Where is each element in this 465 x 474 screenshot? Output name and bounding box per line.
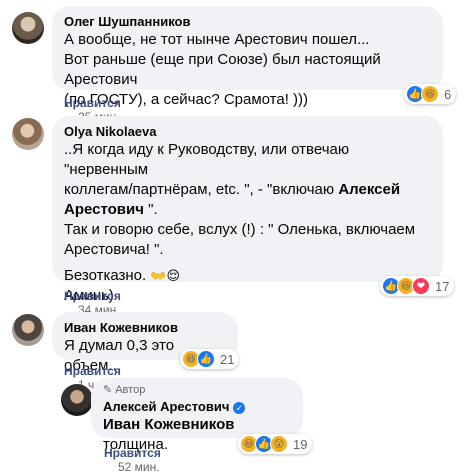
reaction-count: 6 [444,86,452,102]
comment-text-line: Безотказно. 👐😌 [64,266,431,286]
thumbs-up-icon: 👍 [197,350,215,368]
comment-author-name[interactable]: Алексей Арестович [103,399,229,414]
comment-author[interactable]: Иван Кожевников [64,320,226,336]
heart-icon: ❤ [412,277,430,295]
comment-actions: Нравится 52 мин. [104,446,161,474]
comment-bubble: Olya Nikolaeva ..Я когда иду к Руководст… [52,116,443,304]
reaction-summary[interactable]: 👍 😆 6 [404,84,457,104]
comment-author[interactable]: Olya Nikolaeva [64,124,431,140]
comment-text-line: Вот раньше (еще при Союзе) был настоящий… [64,51,381,88]
comment-bubble: ✎ Автор Алексей Арестович ✓ Иван Кожевнико… [91,378,303,453]
comment-text-line: Так и говорю себе, вслух (!) : " Оленька… [64,221,416,238]
author-badge: ✎ Автор [103,384,291,397]
bold-mention: Арестович [64,201,144,218]
reaction-summary[interactable]: 😆 👍 😲 19 [238,434,313,454]
avatar[interactable] [12,12,44,44]
wow-face-icon: 😲 [270,435,288,453]
comment-text-line: ..Я когда иду к Руководству, или отвечаю… [64,141,350,178]
author-badge-label: Автор [115,384,146,396]
comment-text-line: Арестовича! ". [64,241,164,258]
reaction-count: 21 [220,351,235,367]
reaction-count: 17 [435,278,450,294]
comment-text-segment: ". [143,201,158,218]
like-link[interactable]: Нравится [64,364,121,378]
avatar[interactable] [12,314,44,346]
comment-text-segment: Безотказно. [64,267,147,284]
reaction-summary[interactable]: 👍 😆 ❤ 17 [380,276,455,296]
avatar[interactable] [61,384,93,416]
comment-text-segment: коллегам/партнёрам, etc. ", - "включаю [64,181,339,198]
relieved-face-icon: 😌 [166,268,181,283]
reaction-count: 19 [293,436,308,452]
reaction-summary[interactable]: 😆 👍 21 [180,349,240,369]
laughing-face-icon: 😆 [421,85,439,103]
bold-mention: Алексей [338,181,401,198]
avatar[interactable] [12,118,44,150]
comment-text-line: коллегам/партнёрам, etc. ", - "включаю А… [64,180,431,200]
pen-icon: ✎ [103,384,113,396]
timestamp[interactable]: 52 мин. [118,460,160,474]
comment-bubble: Олег Шушпанников А вообще, не тот нынче … [52,6,443,108]
clapping-hands-icon: 👐 [150,268,167,283]
mention-link[interactable]: Иван Кожевников [103,416,234,433]
comment-text-line: Арестович ". [64,200,431,220]
like-link[interactable]: Нравится [104,446,161,460]
comment-text-line: А вообще, не тот нынче Арестович пошел..… [64,31,370,48]
comment-author[interactable]: Олег Шушпанников [64,14,431,30]
like-link[interactable]: Нравится [64,96,121,110]
comment-author[interactable]: Алексей Арестович ✓ [103,399,291,415]
verified-check-icon: ✓ [233,401,246,414]
like-link[interactable]: Нравится [64,289,121,303]
